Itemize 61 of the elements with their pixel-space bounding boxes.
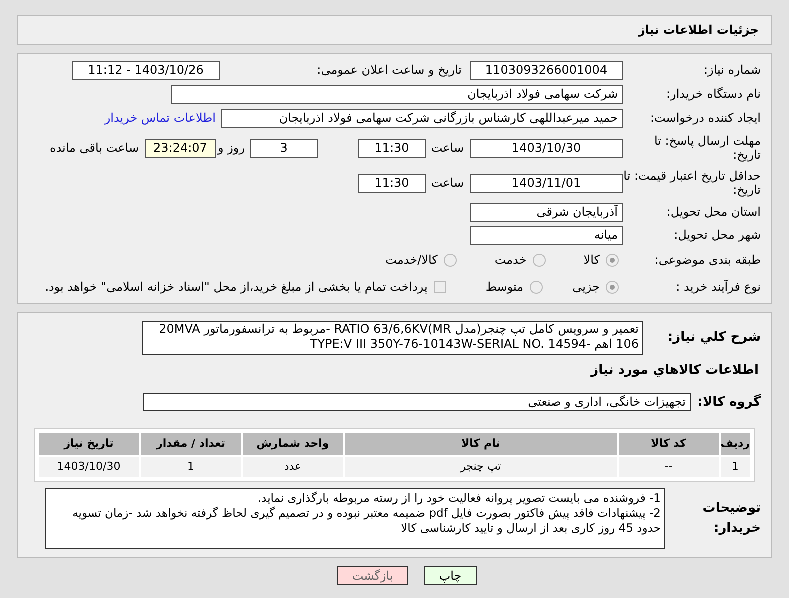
field-label: نوع فرآیند خرید : [675, 280, 761, 294]
field-label: حداقل تاریخ اعتبار قیمت: تا تاریخ: [623, 169, 761, 197]
field-label: تاریخ و ساعت اعلان عمومی: [317, 63, 462, 77]
input-field[interactable]: 3 [250, 138, 318, 158]
field-label: شماره نیاز: [703, 63, 761, 77]
radio-label: جزیی [572, 279, 600, 296]
radio-button[interactable] [530, 280, 543, 294]
radio-label: کالا/خدمت [386, 252, 438, 269]
print-button[interactable]: چاپ [424, 566, 477, 585]
table-cell: تپ چنجر [345, 457, 617, 477]
table-cell: عدد [243, 457, 343, 477]
input-field[interactable]: آذربایجان شرقی [470, 202, 623, 222]
checkbox[interactable] [434, 281, 446, 293]
column-header: تعداد / مقدار [141, 433, 241, 455]
field-label: شرح کلي نياز: [666, 329, 761, 348]
radio-label: متوسط [486, 279, 524, 296]
column-header: تاریخ نیاز [39, 433, 139, 455]
field-label: ساعت [431, 141, 464, 155]
checkbox-label: پرداخت تمام یا بخشی از مبلغ خرید،از محل "اسناد خزانه اسلامی" خواهد بود. [45, 279, 428, 296]
field-label: ایجاد کننده درخواست: [649, 111, 761, 125]
field-label: نام دستگاه خریدار: [666, 87, 761, 101]
table-cell: -- [618, 457, 719, 477]
input-field[interactable]: 23:24:07 [145, 138, 216, 158]
field-label: روز و [218, 141, 245, 155]
input-field[interactable]: 1403/10/30 [470, 138, 623, 158]
field-label: مهلت ارسال پاسخ: تا تاریخ: [653, 134, 761, 162]
input-field[interactable]: میانه [470, 226, 623, 244]
input-field[interactable]: 11:30 [358, 138, 426, 158]
column-header: ردیف [720, 433, 750, 455]
input-field[interactable]: 1103093266001004 [470, 60, 623, 80]
radio-label: کالا [584, 252, 600, 269]
table-cell: 1 [720, 457, 750, 477]
radio-button[interactable] [606, 280, 619, 294]
radio-label: خدمت [494, 252, 527, 269]
field-label: شهر محل تحویل: [673, 228, 761, 242]
contact-link[interactable]: اطلاعات تماس خریدار [104, 109, 216, 127]
column-header: واحد شمارش [243, 433, 343, 455]
table-cell: 1403/10/30 [39, 457, 139, 477]
input-field[interactable]: حمید میرعبداللهی کارشناس بازرگانی شرکت سهامی فولاد اذربایجان [221, 108, 623, 128]
section-heading: اطلاعات کالاهاي مورد نياز [591, 363, 759, 378]
page-title: جزئیات اطلاعات نیاز [638, 22, 759, 39]
input-field[interactable]: 1403/10/26 - 11:12 [72, 60, 220, 80]
input-field[interactable]: تجهیزات خانگی، اداری و صنعتی [143, 393, 691, 412]
description-field[interactable]: تعمیر و سرویس کامل تپ چنجر(مدل RATIO 63/6,6KV(MR -مربوط به ترانسفورماتور 20MVA 106 اهم -TYPE:V III 350Y-76-10143W-SERIAL NO. 14594 [142, 321, 643, 355]
back-button[interactable]: بازگشت [337, 566, 408, 585]
radio-button[interactable] [532, 254, 546, 266]
input-field[interactable]: 1403/11/01 [470, 174, 623, 192]
column-header: نام کالا [345, 433, 617, 455]
notes-field[interactable]: 1- فروشنده می بایست تصویر پروانه فعالیت خود را از رسته مربوطه بارگذاری نماید. 2- پیشنهادات فاقد پیش فاکتور بصورت فایل pdf ضمیمه معتبر نبوده و در تصمیم گیری لحاظ گرفته نخواهد شد -زمان تسویه حدود 45 روز کاری بعد از ارسال و تایید کارشناسی کالا [45, 488, 665, 549]
radio-button[interactable] [444, 254, 457, 266]
radio-button[interactable] [606, 254, 619, 266]
field-label: توضیحات خریدار: [702, 500, 761, 538]
table-cell: 1 [141, 457, 241, 477]
field-label: طبقه بندی موضوعی: [654, 253, 761, 267]
field-label: ساعت [431, 176, 464, 190]
field-label: گروه کالا: [696, 393, 761, 412]
field-label: ساعت باقی مانده [50, 141, 139, 155]
input-field[interactable]: 11:30 [358, 174, 426, 192]
column-header: کد کالا [618, 433, 719, 455]
field-label: استان محل تحویل: [666, 205, 761, 219]
input-field[interactable]: شرکت سهامی فولاد اذربایجان [171, 84, 623, 104]
